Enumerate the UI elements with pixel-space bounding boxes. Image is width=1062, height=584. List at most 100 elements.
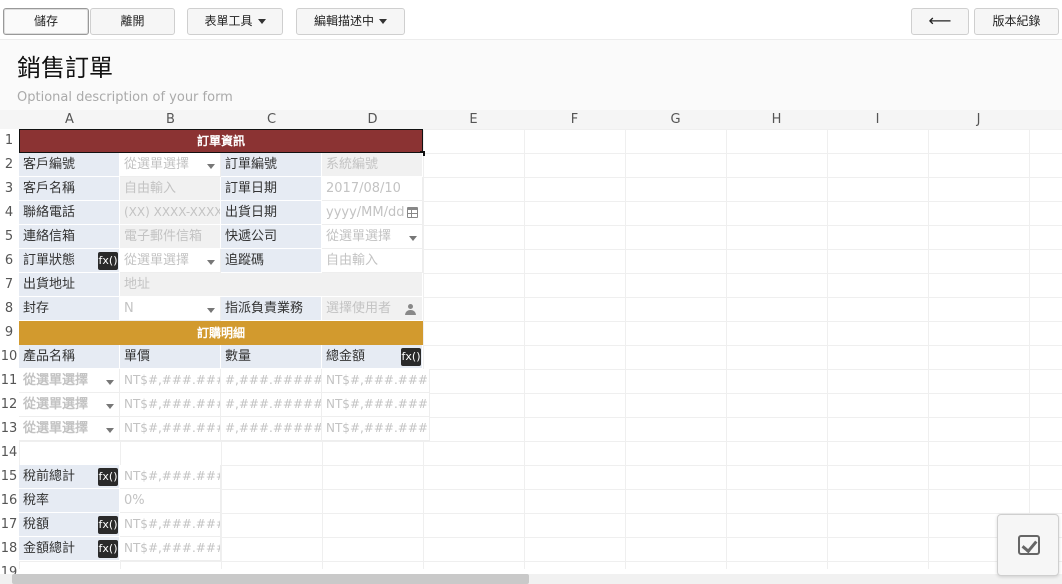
row-header-14[interactable]: 14 — [0, 441, 18, 465]
header-total-amount[interactable]: 總金額 fx() — [322, 345, 423, 369]
table-row-total[interactable]: NT$#,###.##### — [322, 369, 430, 393]
leave-button[interactable]: 離開 — [90, 8, 175, 35]
row-header-12[interactable]: 12 — [0, 393, 18, 417]
calendar-icon[interactable] — [407, 207, 418, 218]
ship-date-field[interactable]: yyyy/MM/dd — [322, 201, 423, 225]
customer-id-select[interactable]: 從選單選擇 — [120, 153, 221, 177]
label-ship-date[interactable]: 出貨日期 — [221, 201, 322, 225]
column-header-d[interactable]: D — [322, 110, 423, 129]
row-header-6[interactable]: 6 — [0, 249, 18, 273]
subtotal-field[interactable]: NT$#,###.##### — [120, 465, 221, 489]
column-header-g[interactable]: G — [625, 110, 726, 129]
formula-icon[interactable]: fx() — [401, 348, 421, 366]
label-courier[interactable]: 快遞公司 — [221, 225, 322, 249]
email-field[interactable]: 電子郵件信箱 — [120, 225, 221, 249]
header-product-name[interactable]: 產品名稱 — [19, 345, 120, 369]
row-header-2[interactable]: 2 — [0, 153, 18, 177]
customer-name-field[interactable]: 自由輸入 — [120, 177, 221, 201]
column-header-c[interactable]: C — [221, 110, 322, 129]
header-unit-price[interactable]: 單價 — [120, 345, 221, 369]
row-header-1[interactable]: 1 — [0, 129, 18, 153]
version-history-button[interactable]: 版本紀錄 — [974, 8, 1059, 35]
row-header-4[interactable]: 4 — [0, 201, 18, 225]
label-subtotal[interactable]: 稅前總計 fx() — [19, 465, 120, 489]
column-header-i[interactable]: I — [827, 110, 928, 129]
header-quantity[interactable]: 數量 — [221, 345, 322, 369]
table-row-product[interactable]: 從選單選擇 — [19, 369, 120, 393]
table-row-qty[interactable]: #,###.##### — [221, 393, 322, 417]
column-header-a[interactable]: A — [19, 110, 120, 129]
label-tax[interactable]: 稅額 fx() — [19, 513, 120, 537]
tracking-field[interactable]: 自由輸入 — [322, 249, 423, 273]
label-assignee[interactable]: 指派負責業務 — [221, 297, 322, 321]
column-header-e[interactable]: E — [423, 110, 524, 129]
formula-icon[interactable]: fx() — [98, 252, 118, 270]
section-header-order-info[interactable]: 訂單資訊 — [19, 129, 423, 153]
assignee-picker[interactable]: 選擇使用者 — [322, 297, 423, 321]
table-row-product[interactable]: 從選單選擇 — [19, 417, 120, 441]
order-no-field[interactable]: 系統編號 — [322, 153, 423, 177]
grand-total-field[interactable]: NT$#,###.##### — [120, 537, 221, 561]
form-description[interactable]: Optional description of your form — [17, 90, 233, 105]
table-row-price[interactable]: NT$#,###.#### — [120, 393, 221, 417]
row-header-13[interactable]: 13 — [0, 417, 18, 441]
table-row-product[interactable]: 從選單選擇 — [19, 393, 120, 417]
order-date-field[interactable]: 2017/08/10 — [322, 177, 423, 201]
row-header-11[interactable]: 11 — [0, 369, 18, 393]
row-header-8[interactable]: 8 — [0, 297, 18, 321]
row-header-7[interactable]: 7 — [0, 273, 18, 297]
formula-icon[interactable]: fx() — [98, 468, 118, 486]
row-header-15[interactable]: 15 — [0, 465, 18, 489]
tax-field[interactable]: NT$#,###.##### — [120, 513, 221, 537]
table-row-total[interactable]: NT$#,###.##### — [322, 393, 430, 417]
label-tax-rate[interactable]: 稅率 — [19, 489, 120, 513]
label-customer-name[interactable]: 客戶名稱 — [19, 177, 120, 201]
back-button[interactable]: ⟵ — [911, 8, 969, 35]
label-phone[interactable]: 聯絡電話 — [19, 201, 120, 225]
column-header-j[interactable]: J — [928, 110, 1029, 129]
row-header-5[interactable]: 5 — [0, 225, 18, 249]
label-customer-id[interactable]: 客戶編號 — [19, 153, 120, 177]
label-order-no[interactable]: 訂單編號 — [221, 153, 322, 177]
tax-rate-field[interactable]: 0% — [120, 489, 221, 513]
table-row-total[interactable]: NT$#,###.##### — [322, 417, 430, 441]
table-row-qty[interactable]: #,###.##### — [221, 369, 322, 393]
column-header-b[interactable]: B — [120, 110, 221, 129]
label-order-status[interactable]: 訂單狀態 fx() — [19, 249, 120, 273]
label-archive[interactable]: 封存 — [19, 297, 120, 321]
editing-description-dropdown[interactable]: 編輯描述中 — [296, 8, 405, 35]
label-tracking[interactable]: 追蹤碼 — [221, 249, 322, 273]
archive-select[interactable]: N — [120, 297, 221, 321]
order-status-select[interactable]: 從選單選擇 — [120, 249, 221, 273]
form-title[interactable]: 銷售訂單 — [17, 48, 113, 83]
label-address[interactable]: 出貨地址 — [19, 273, 120, 297]
column-header-h[interactable]: H — [726, 110, 827, 129]
address-field[interactable]: 地址 — [120, 273, 423, 297]
table-row-price[interactable]: NT$#,###.#### — [120, 369, 221, 393]
dropdown-arrow-icon — [207, 260, 215, 265]
column-header-f[interactable]: F — [524, 110, 625, 129]
table-row-price[interactable]: NT$#,###.#### — [120, 417, 221, 441]
table-row-qty[interactable]: #,###.##### — [221, 417, 322, 441]
row-header-3[interactable]: 3 — [0, 177, 18, 201]
courier-select[interactable]: 從選單選擇 — [322, 225, 423, 249]
formula-icon[interactable]: fx() — [98, 516, 118, 534]
phone-field[interactable]: (XX) XXXX-XXXX — [120, 201, 221, 225]
form-tools-dropdown[interactable]: 表單工具 — [187, 8, 283, 35]
label-grand-total[interactable]: 金額總計 fx() — [19, 537, 120, 561]
horizontal-scrollbar-thumb[interactable] — [12, 574, 529, 584]
label-order-date[interactable]: 訂單日期 — [221, 177, 322, 201]
row-header-18[interactable]: 18 — [0, 537, 18, 561]
dropdown-arrow-icon — [207, 164, 215, 169]
save-button[interactable]: 儲存 — [3, 8, 89, 35]
row-header-16[interactable]: 16 — [0, 489, 18, 513]
formula-icon[interactable]: fx() — [98, 540, 118, 558]
validate-button[interactable] — [997, 514, 1059, 576]
dropdown-arrow-icon — [106, 404, 114, 409]
row-header-10[interactable]: 10 — [0, 345, 18, 369]
row-header-9[interactable]: 9 — [0, 321, 18, 345]
section-header-order-details[interactable]: 訂購明細 — [19, 321, 423, 345]
row-header-19[interactable]: 19 — [0, 561, 18, 574]
row-header-17[interactable]: 17 — [0, 513, 18, 537]
label-email[interactable]: 連絡信箱 — [19, 225, 120, 249]
